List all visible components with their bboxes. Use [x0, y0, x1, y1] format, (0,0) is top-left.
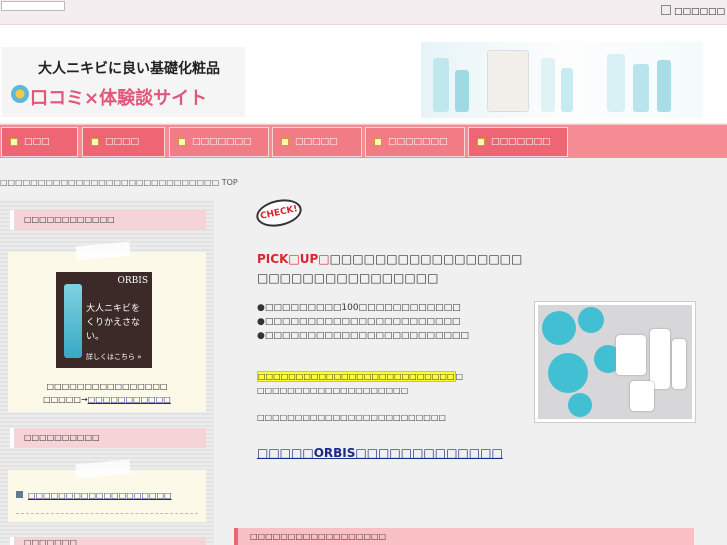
search-input[interactable]	[1, 1, 65, 11]
nav-icon	[91, 138, 99, 146]
nav-icon	[477, 138, 485, 146]
product-bottle	[561, 68, 573, 112]
nav-item[interactable]: □□□□□□□	[169, 127, 269, 157]
ad-bottle	[64, 284, 82, 358]
product-bottle	[433, 58, 449, 112]
ad-copy: 大人ニキビを くりかえさない。	[86, 304, 141, 342]
section-heading-text: □□□□□□□□□□□□□□□□□□	[250, 532, 387, 541]
product-bottle	[455, 70, 469, 112]
sidebar-box2-title: □□□□□□□□□□	[10, 428, 206, 448]
body-text: □□□□□□□□□□□□□□□□□□□□□□□□□	[257, 413, 446, 422]
check-badge: CHECK!	[253, 195, 305, 231]
product-photo	[534, 301, 696, 423]
ad-more: 詳しくはこちら »	[86, 353, 142, 361]
bookmark-icon	[660, 5, 671, 15]
sidebar-box3-title: □□□□□□□	[10, 537, 206, 545]
ad-brand: ORBIS	[117, 276, 149, 286]
photo-jar	[616, 335, 646, 375]
photo-bottle	[650, 329, 670, 389]
photo-dot	[548, 353, 588, 393]
nav-icon	[374, 138, 382, 146]
nav-icon	[281, 138, 289, 146]
photo-dot	[568, 393, 592, 417]
pickup-heading: PICK□UP□□□□□□□□□□□□□□□□□□	[257, 252, 523, 266]
product-box	[487, 50, 529, 112]
photo-dot	[542, 311, 576, 345]
highlight-text: □□□□□□□□□□□□□□□□□□□□□□□□□□□	[257, 371, 464, 382]
top-bar: □□□□□□	[0, 0, 727, 25]
product-bottle	[633, 64, 649, 112]
section-heading-bar: □□□□□□□□□□□□□□□□□□	[234, 528, 694, 545]
logo-line2: 口コミ×体験談サイト	[30, 88, 208, 109]
nav-item[interactable]: □□□□□	[272, 127, 362, 157]
photo-dot	[578, 307, 604, 333]
nav-item[interactable]: □□□	[1, 127, 78, 157]
sidebar-box2-link[interactable]: □□□□□□□□□□□□□□□□□□□	[16, 491, 172, 500]
orbis-ad-banner[interactable]: ORBIS 大人ニキビを くりかえさない。 詳しくはこちら »	[56, 272, 152, 368]
nav-icon	[10, 138, 18, 146]
bookmark-link[interactable]: □□□□□□	[660, 5, 725, 17]
flower-icon	[11, 85, 29, 103]
sidebar-box1-link[interactable]: □□□□□□□□□□□	[88, 395, 171, 404]
nav-item[interactable]: □□□□□□□	[365, 127, 465, 157]
sidebar-box1-text: □□□□□□□□□□□□□□□□ □□□□□→□□□□□□□□□□□	[43, 382, 171, 404]
divider	[16, 513, 198, 514]
breadcrumb: □□□□□□□□□□□□□□□□□□□□□□□□□□□□□ TOP	[0, 178, 238, 187]
sidebar-box1-title: □□□□□□□□□□□□	[10, 210, 206, 230]
bullet-item: ●□□□□□□□□□□□□□□□□□□□□□□□□	[257, 331, 469, 341]
body-text: □□□□□□□□□□□□□□□□□□□□	[257, 386, 409, 395]
nav-item[interactable]: □□□□□□□	[468, 127, 568, 157]
site-header: 大人ニキビに良い基礎化粧品 口コミ×体験談サイト	[0, 25, 727, 123]
site-logo[interactable]: 大人ニキビに良い基礎化粧品 口コミ×体験談サイト	[2, 47, 245, 117]
global-nav: □□□ □□□□ □□□□□□□ □□□□□ □□□□□□□ □□□□□□□	[0, 124, 727, 158]
photo-jar	[630, 381, 654, 411]
product-bottle	[657, 60, 671, 112]
link-icon	[16, 491, 23, 498]
header-product-banner	[421, 42, 703, 118]
bullet-item: ●□□□□□□□□□□□□□□□□□□□□□□□	[257, 317, 461, 327]
product-bottle	[541, 58, 555, 112]
nav-icon	[178, 138, 186, 146]
product-bottle	[607, 54, 625, 112]
pickup-subheading: □□□□□□□□□□□□□□□□	[257, 271, 439, 285]
bullet-item: ●□□□□□□□□□100□□□□□□□□□□□□	[257, 303, 461, 313]
orbis-review-link[interactable]: □□□□□ORBIS□□□□□□□□□□□□□	[257, 446, 503, 460]
nav-item[interactable]: □□□□	[82, 127, 165, 157]
logo-line1: 大人ニキビに良い基礎化粧品	[38, 61, 220, 77]
photo-bottle	[672, 339, 686, 389]
